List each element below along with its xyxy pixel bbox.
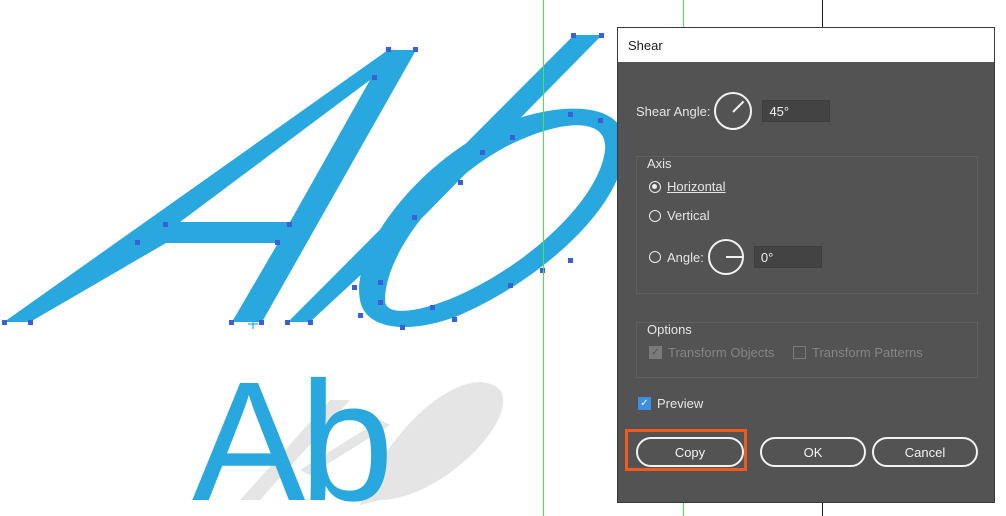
axis-vertical-radio[interactable]: Vertical <box>649 208 710 223</box>
axis-vertical-label: Vertical <box>667 208 710 223</box>
shear-angle-row: Shear Angle: 45° <box>636 92 831 130</box>
options-group: Options ✓ Transform Objects Transform Pa… <box>636 322 978 378</box>
radio-checked-icon <box>649 180 661 193</box>
transform-patterns-checkbox[interactable]: Transform Patterns <box>793 345 923 360</box>
checkbox-unchecked-icon <box>793 346 806 359</box>
checkbox-checked-icon: ✓ <box>638 397 651 410</box>
transform-patterns-label: Transform Patterns <box>812 345 923 360</box>
original-text-ab: Ab <box>192 347 388 516</box>
options-group-title: Options <box>647 322 692 337</box>
checkbox-checked-icon: ✓ <box>649 346 662 359</box>
preview-label: Preview <box>657 396 704 411</box>
dialog-title: Shear <box>628 37 663 53</box>
copy-button-highlight <box>625 429 747 471</box>
preview-checkbox[interactable]: ✓ Preview <box>638 396 703 411</box>
axis-group: Axis Horizontal Vertical Angle: 0° <box>636 156 978 294</box>
dialog-titlebar[interactable]: Shear <box>618 28 994 62</box>
cancel-button[interactable]: Cancel <box>872 437 978 467</box>
axis-angle-dial-icon[interactable] <box>707 239 744 275</box>
shear-angle-input[interactable]: 45° <box>762 100 831 122</box>
radio-unchecked-icon <box>649 251 661 263</box>
axis-group-title: Axis <box>647 156 672 171</box>
axis-angle-input[interactable]: 0° <box>753 246 822 268</box>
radio-unchecked-icon <box>649 209 661 222</box>
shear-angle-dial-icon[interactable] <box>714 92 753 130</box>
shear-angle-label: Shear Angle: <box>636 103 711 119</box>
axis-angle-radio[interactable]: Angle: 0° <box>649 239 822 275</box>
axis-horizontal-label: Horizontal <box>667 179 726 194</box>
transform-objects-label: Transform Objects <box>668 345 775 360</box>
guide-line <box>543 0 544 516</box>
ok-button[interactable]: OK <box>760 437 866 467</box>
axis-angle-label: Angle: <box>667 249 704 265</box>
transform-objects-checkbox[interactable]: ✓ Transform Objects <box>649 345 774 360</box>
axis-horizontal-radio[interactable]: Horizontal <box>649 179 726 194</box>
sheared-letter-a <box>4 50 416 322</box>
